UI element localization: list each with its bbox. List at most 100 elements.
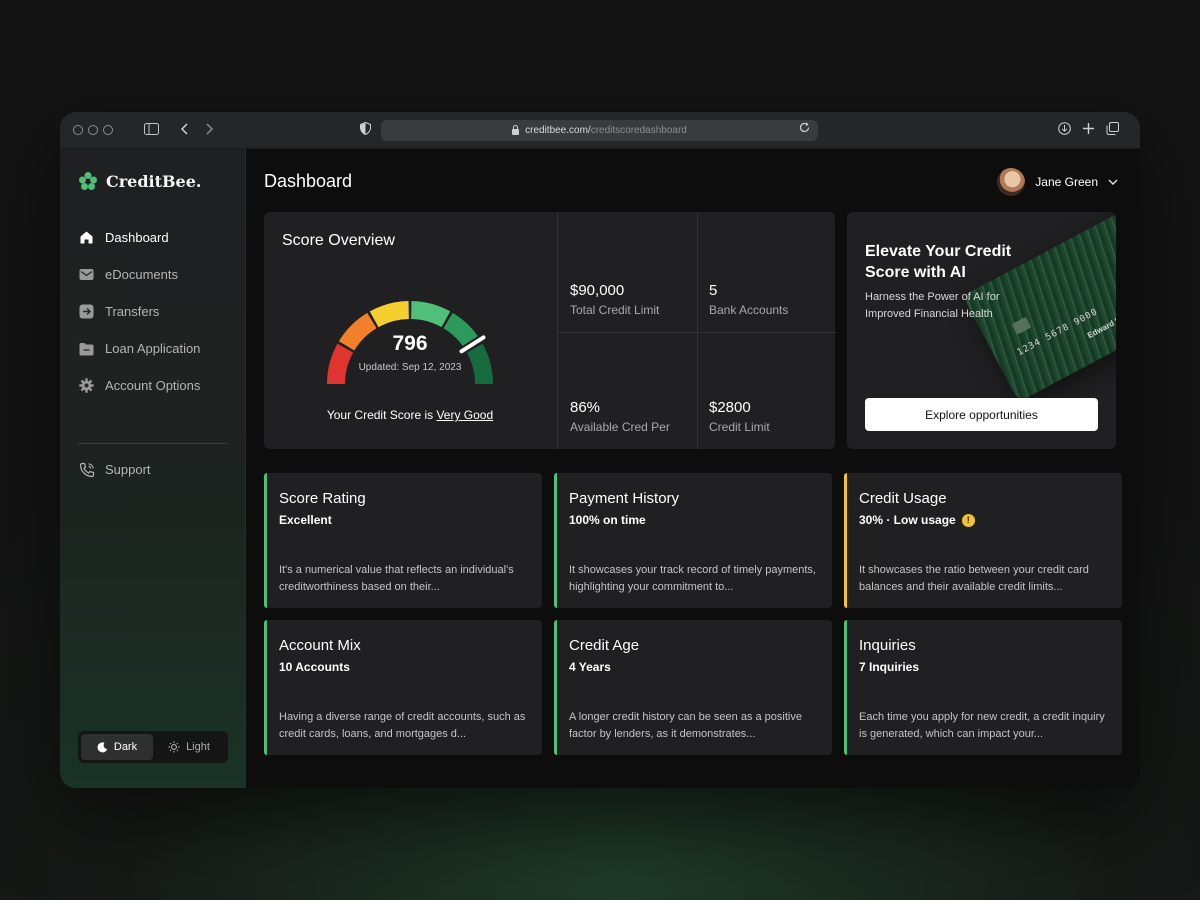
ai-promo-card: 1234 5678 9000 Edward Hunt Elevate Your … <box>847 212 1116 449</box>
minimize-window-button[interactable] <box>88 125 98 135</box>
score-caption-prefix: Your Credit Score is <box>326 408 437 422</box>
stat-value: $2800 <box>709 399 751 416</box>
sidebar: CreditBee. Dashboard eDocuments Transfer… <box>60 149 246 788</box>
back-arrow-icon[interactable] <box>180 121 190 139</box>
metric-subtitle-text: 10 Accounts <box>279 660 350 674</box>
user-menu[interactable]: Jane Green <box>997 168 1118 196</box>
metric-title: Score Rating <box>279 490 366 507</box>
score-overview-title: Score Overview <box>282 232 395 249</box>
stat-label: Credit Limit <box>709 420 770 434</box>
credit-score-value: 796 <box>392 332 428 355</box>
browser-toolbar: creditbee.com/creditscoredashboard <box>60 112 1140 149</box>
metric-title: Credit Usage <box>859 490 947 507</box>
theme-light-button[interactable]: Light <box>153 734 225 760</box>
shield-icon[interactable] <box>360 121 371 139</box>
user-name: Jane Green <box>1035 175 1098 189</box>
stat-value: $90,000 <box>570 282 625 299</box>
metric-subtitle: 4 Years <box>569 660 611 674</box>
sidebar-item-edocuments[interactable]: eDocuments <box>78 256 228 293</box>
metric-subtitle-text: 7 Inquiries <box>859 660 920 674</box>
accent-bar <box>264 620 267 755</box>
sidebar-item-dashboard[interactable]: Dashboard <box>78 219 228 256</box>
browser-window: creditbee.com/creditscoredashboard Credi… <box>60 112 1140 788</box>
sidebar-item-transfers[interactable]: Transfers <box>78 293 228 330</box>
metric-subtitle: 100% on time <box>569 513 646 527</box>
metric-card-credit-age[interactable]: Credit Age 4 Years A longer credit histo… <box>554 620 832 755</box>
theme-light-label: Light <box>186 741 210 753</box>
main-content: Dashboard Jane Green Score Overview 796 … <box>246 149 1140 788</box>
sidebar-item-account-options[interactable]: Account Options <box>78 367 228 404</box>
mail-icon <box>78 266 95 283</box>
download-icon[interactable] <box>1058 121 1071 139</box>
metric-subtitle-text: 4 Years <box>569 660 611 674</box>
gauge-segment <box>411 301 451 328</box>
address-bar[interactable]: creditbee.com/creditscoredashboard <box>381 120 818 141</box>
stat-value: 5 <box>709 282 718 299</box>
metric-description: Each time you apply for new credit, a cr… <box>859 711 1105 740</box>
chevron-down-icon <box>1108 179 1118 185</box>
theme-toggle: Dark Light <box>78 731 228 763</box>
tabs-overview-icon[interactable] <box>1106 121 1119 139</box>
moon-icon <box>97 741 108 752</box>
window-controls <box>73 125 113 135</box>
close-window-button[interactable] <box>73 125 83 135</box>
reload-icon[interactable] <box>799 122 810 136</box>
sidebar-support: Support <box>78 451 228 488</box>
sidebar-item-label: Transfers <box>105 304 160 319</box>
clover-logo-icon <box>79 172 97 190</box>
folder-icon <box>78 340 95 357</box>
stat-value: 86% <box>570 399 601 416</box>
promo-title: Elevate Your Credit Score with AI <box>865 243 1012 281</box>
stat-label: Total Credit Limit <box>570 303 660 317</box>
accent-bar <box>844 473 847 608</box>
accent-bar <box>554 620 557 755</box>
metric-title: Credit Age <box>569 637 640 654</box>
metric-description: It's a numerical value that reflects an … <box>279 564 514 593</box>
avatar <box>997 168 1026 196</box>
metric-subtitle: 30% · Low usage! <box>859 513 975 527</box>
gear-icon <box>78 377 95 394</box>
url-domain: creditbee.com/ <box>525 125 591 136</box>
metric-title: Payment History <box>569 490 680 507</box>
accent-bar <box>554 473 557 608</box>
new-tab-icon[interactable] <box>1082 121 1095 139</box>
sidebar-nav: Dashboard eDocuments Transfers Loan Appl… <box>78 219 228 404</box>
metric-card-score-rating[interactable]: Score Rating Excellent It's a numerical … <box>264 473 542 608</box>
brand-logo[interactable]: CreditBee. <box>78 171 201 191</box>
metric-subtitle: 7 Inquiries <box>859 660 919 674</box>
metric-title: Account Mix <box>279 637 361 654</box>
accent-bar <box>844 620 847 755</box>
home-icon <box>78 229 95 246</box>
metric-card-credit-usage[interactable]: Credit Usage 30% · Low usage! It showcas… <box>844 473 1122 608</box>
metric-card-account-mix[interactable]: Account Mix 10 Accounts Having a diverse… <box>264 620 542 755</box>
sidebar-toggle-icon[interactable] <box>144 121 159 139</box>
stat-total-credit-limit: $90,000 Total Credit Limit <box>558 212 697 330</box>
metric-description: A longer credit history can be seen as a… <box>569 711 802 740</box>
sidebar-item-label: Loan Application <box>105 341 201 356</box>
lock-icon <box>512 124 520 135</box>
phone-icon <box>78 461 95 478</box>
metric-subtitle-text: 100% on time <box>569 513 646 527</box>
sidebar-divider <box>78 443 227 444</box>
score-rating-link[interactable]: Very Good <box>436 408 493 422</box>
stat-bank-accounts: 5 Bank Accounts <box>697 212 836 330</box>
brand-name: CreditBee. <box>106 171 202 191</box>
sidebar-item-loan-application[interactable]: Loan Application <box>78 330 228 367</box>
theme-dark-button[interactable]: Dark <box>81 734 153 760</box>
forward-arrow-icon[interactable] <box>204 121 214 139</box>
promo-subtitle: Harness the Power of AI for Improved Fin… <box>865 291 1000 320</box>
metric-card-payment-history[interactable]: Payment History 100% on time It showcase… <box>554 473 832 608</box>
maximize-window-button[interactable] <box>103 125 113 135</box>
metric-title: Inquiries <box>859 637 916 654</box>
explore-opportunities-button[interactable]: Explore opportunities <box>865 398 1098 431</box>
score-caption: Your Credit Score is Very Good <box>282 408 538 422</box>
theme-dark-label: Dark <box>113 741 138 753</box>
gauge-segment <box>369 301 409 328</box>
metric-description: Having a diverse range of credit account… <box>279 711 526 740</box>
metric-description: It showcases your track record of timely… <box>569 564 816 593</box>
sidebar-item-label: Support <box>105 462 151 477</box>
metric-subtitle: Excellent <box>279 513 332 527</box>
sidebar-item-support[interactable]: Support <box>78 451 228 488</box>
metric-card-inquiries[interactable]: Inquiries 7 Inquiries Each time you appl… <box>844 620 1122 755</box>
url-path: creditscoredashboard <box>590 125 687 136</box>
